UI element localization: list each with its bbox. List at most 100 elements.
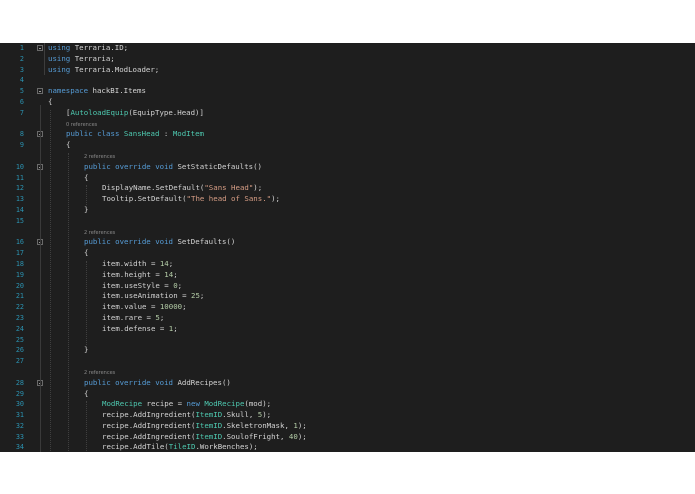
code-token: recipe =: [142, 399, 187, 409]
code-line[interactable]: 15: [0, 216, 695, 227]
line-number: 7: [19, 108, 24, 117]
line-number: 26: [15, 346, 24, 355]
code-text: using Terraria.ID;: [48, 43, 128, 54]
code-line[interactable]: 23 item.rare = 5;: [0, 313, 695, 324]
code-text: public override void SetDefaults(): [84, 237, 235, 248]
code-text: {: [48, 97, 52, 108]
code-token: AddRecipes(): [177, 377, 231, 387]
code-token: item.defense =: [102, 323, 169, 333]
code-line[interactable]: 2 using Terraria;: [0, 54, 695, 65]
code-line[interactable]: 27: [0, 356, 695, 367]
code-text: {: [84, 389, 88, 400]
code-token: {: [84, 172, 89, 182]
code-text: Tooltip.SetDefault("The head of Sans.");: [102, 194, 280, 205]
code-token: AutoloadEquip: [70, 107, 129, 117]
code-line[interactable]: 10 public override void SetStaticDefaults…: [0, 162, 695, 173]
code-token: {: [48, 96, 53, 106]
code-line[interactable]: 9{: [0, 140, 695, 151]
line-number: 6: [19, 97, 24, 106]
code-line[interactable]: 14}: [0, 205, 695, 216]
code-line[interactable]: 16 public override void SetDefaults(): [0, 237, 695, 248]
code-token: "The head of Sans.": [186, 194, 272, 204]
code-token: item.useStyle =: [102, 280, 174, 290]
code-text: DisplayName.SetDefault("Sans Head");: [102, 183, 262, 194]
code-text: item.defense = 1;: [102, 324, 178, 335]
line-number: 16: [15, 238, 24, 247]
code-token: ItemID: [195, 431, 223, 441]
code-line[interactable]: 20 item.useStyle = 0;: [0, 281, 695, 292]
code-line[interactable]: 6{: [0, 97, 695, 108]
code-line[interactable]: 29 {: [0, 389, 695, 400]
collapse-toggle-icon[interactable]: [37, 45, 43, 51]
code-line[interactable]: 17 {: [0, 248, 695, 259]
code-token: recipe.AddIngredient(: [102, 431, 196, 441]
code-token: {: [84, 248, 89, 258]
code-token: namespace: [48, 86, 89, 96]
outline-rail: [40, 105, 41, 452]
code-text: using Terraria;: [48, 54, 115, 65]
code-line[interactable]: 19 item.height = 14;: [0, 270, 695, 281]
line-number: 19: [15, 270, 24, 279]
line-number: 15: [15, 216, 24, 225]
line-number: 13: [15, 195, 24, 204]
code-editor[interactable]: 1 using Terraria.ID; 2 using Terraria; 3 usin…: [0, 43, 695, 452]
code-line[interactable]: 18 item.width = 14;: [0, 259, 695, 270]
code-token: ;: [182, 302, 187, 312]
line-number: 34: [15, 443, 24, 452]
code-line[interactable]: 5 namespace hackBI.Items: [0, 86, 695, 97]
indent-guide: [86, 185, 87, 207]
code-line[interactable]: 3 using Terraria.ModLoader;: [0, 65, 695, 76]
line-number: 31: [15, 411, 24, 420]
code-token: item.value =: [102, 302, 160, 312]
codelens-row[interactable]: 2 references: [0, 151, 695, 162]
code-line[interactable]: 1 using Terraria.ID;: [0, 43, 695, 54]
line-number: 14: [15, 205, 24, 214]
code-token: .SkeletronMask,: [222, 420, 294, 430]
codelens-label: 0 references: [66, 121, 98, 128]
line-number: 12: [15, 184, 24, 193]
code-line[interactable]: 7 [AutoloadEquip(EquipType.Head)]: [0, 108, 695, 119]
line-number: 5: [19, 87, 24, 96]
code-text: public class SansHead : ModItem: [66, 129, 204, 140]
code-token: ;: [168, 258, 174, 268]
code-line[interactable]: 11 {: [0, 173, 695, 184]
code-token: ModRecipe: [102, 399, 143, 409]
code-line[interactable]: 8 public class SansHead : ModItem: [0, 129, 695, 140]
code-line[interactable]: 12 DisplayName.SetDefault("Sans Head");: [0, 183, 695, 194]
code-token: .WorkBenches);: [195, 442, 258, 452]
code-token: ModRecipe: [204, 399, 245, 409]
code-line[interactable]: 24 item.defense = 1;: [0, 324, 695, 335]
code-line[interactable]: 21 item.useAnimation = 25;: [0, 291, 695, 302]
code-line[interactable]: 4: [0, 75, 695, 86]
code-token: recipe.AddTile(: [102, 442, 169, 452]
line-number: 9: [19, 141, 24, 150]
code-line[interactable]: 31 recipe.AddIngredient(ItemID.Skull, 5);: [0, 410, 695, 421]
code-line[interactable]: 28 public override void AddRecipes(): [0, 378, 695, 389]
codelens-row[interactable]: 0 references: [0, 119, 695, 130]
code-line[interactable]: 32 recipe.AddIngredient(ItemID.SkeletronM…: [0, 421, 695, 432]
code-line[interactable]: 25: [0, 335, 695, 346]
collapse-toggle-icon[interactable]: [37, 88, 43, 95]
code-line[interactable]: 13 Tooltip.SetDefault("The head of Sans."…: [0, 194, 695, 205]
code-line[interactable]: 30 ModRecipe recipe = new ModRecipe(mod);: [0, 399, 695, 410]
code-token: ModItem: [172, 129, 204, 139]
indent-guide: [50, 109, 51, 452]
top-margin: [0, 0, 695, 43]
code-token: ;: [199, 291, 205, 301]
code-line[interactable]: 34 recipe.AddTile(TileID.WorkBenches);: [0, 442, 695, 452]
code-token: TileID: [168, 442, 196, 452]
code-text: recipe.AddTile(TileID.WorkBenches);: [102, 442, 258, 452]
line-number: 4: [19, 76, 24, 85]
codelens-label: 2 references: [84, 153, 116, 160]
code-token: Tooltip.SetDefault(: [102, 194, 187, 204]
code-text: item.useAnimation = 25;: [102, 291, 204, 302]
codelens-row[interactable]: 2 references: [0, 367, 695, 378]
code-line[interactable]: 33 recipe.AddIngredient(ItemID.SoulofFrig…: [0, 432, 695, 443]
code-token: recipe.AddIngredient(: [102, 410, 196, 420]
code-line[interactable]: 22 item.value = 10000;: [0, 302, 695, 313]
code-token: "Sans Head": [204, 183, 254, 193]
code-token: .Skull,: [222, 410, 258, 420]
codelens-row[interactable]: 2 references: [0, 227, 695, 238]
code-line[interactable]: 26}: [0, 345, 695, 356]
code-token: :: [159, 129, 173, 139]
